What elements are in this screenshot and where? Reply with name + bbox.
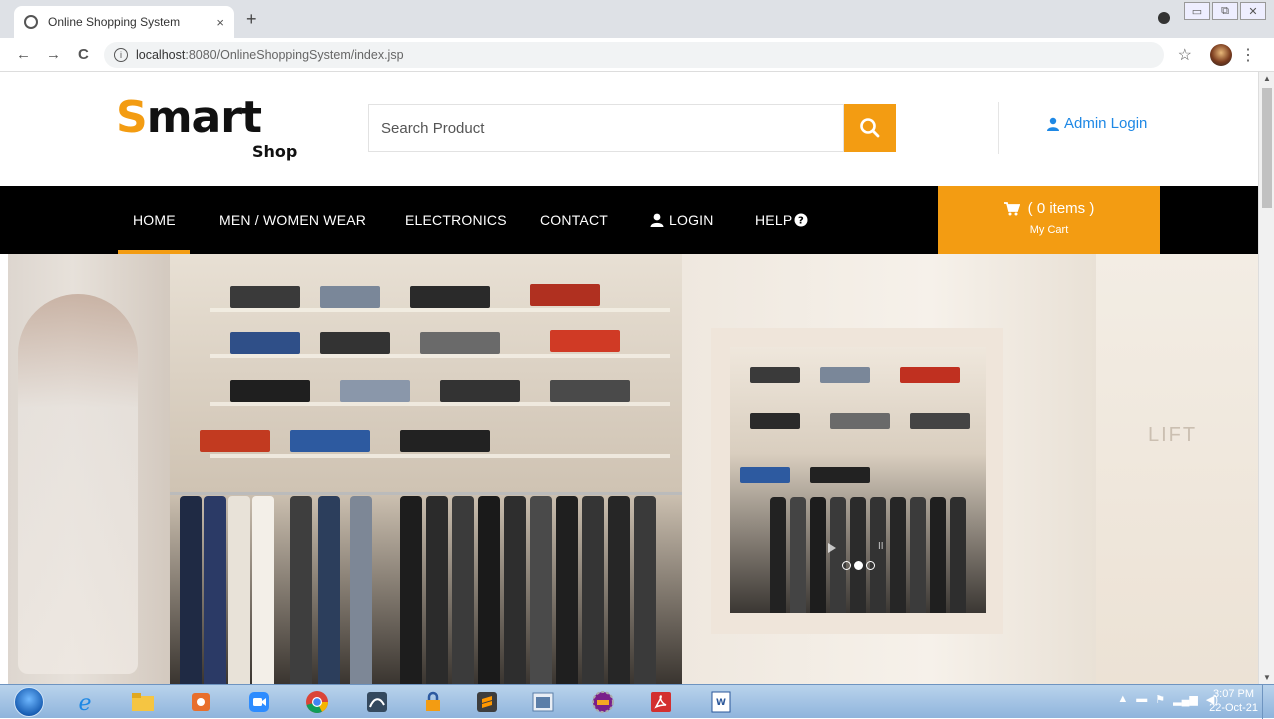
admin-login-label: Admin Login — [1064, 115, 1148, 132]
cart-button[interactable]: ( 0 items ) My Cart — [938, 186, 1160, 254]
search-icon — [860, 118, 880, 138]
question-circle-icon: ? — [794, 213, 808, 227]
network-icon[interactable]: ▂▄▆ — [1173, 693, 1198, 706]
scroll-up-arrow-icon[interactable]: ▲ — [1263, 74, 1271, 83]
scroll-thumb[interactable] — [1262, 88, 1272, 208]
pause-icon[interactable]: II — [878, 541, 884, 552]
nav-electronics-label: ELECTRONICS — [405, 212, 507, 228]
window-controls: ▭ ⧉ ✕ — [1184, 2, 1266, 20]
nav-help[interactable]: HELP ? — [755, 212, 808, 228]
sublime-text-icon[interactable] — [466, 688, 508, 716]
site-logo[interactable]: Smart Shop — [116, 96, 297, 162]
cart-count: ( 0 items ) — [1027, 200, 1095, 217]
acrobat-icon[interactable] — [640, 688, 682, 716]
windows-taskbar: e W ▲ ▬ ⚑ ▂▄▆ ◀) 3:07 PM 22-Oct-21 — [0, 684, 1274, 719]
tray-app-icon[interactable]: ▬ — [1136, 693, 1147, 706]
svg-text:W: W — [716, 698, 726, 708]
nav-men-women-wear[interactable]: MEN / WOMEN WEAR — [219, 212, 366, 228]
clock-time: 3:07 PM — [1213, 688, 1255, 700]
mysql-workbench-icon[interactable] — [356, 688, 398, 716]
slider-dot-3[interactable] — [866, 561, 875, 570]
zoom-icon[interactable] — [238, 688, 280, 716]
show-desktop-button[interactable] — [1262, 685, 1274, 719]
nav-electronics[interactable]: ELECTRONICS — [405, 212, 507, 228]
svg-text:?: ? — [798, 216, 804, 227]
hero-right-panel: LIFT — [1096, 254, 1258, 684]
url-path: :8080/OnlineShoppingSystem/index.jsp — [185, 48, 404, 62]
star-icon[interactable]: ☆ — [1178, 45, 1192, 65]
svg-text:e: e — [78, 691, 91, 714]
close-window-button[interactable]: ✕ — [1240, 2, 1266, 20]
info-icon[interactable]: i — [114, 48, 128, 62]
slider-dots — [842, 561, 875, 570]
search-button[interactable] — [844, 104, 896, 152]
play-icon[interactable] — [828, 543, 836, 553]
reload-button[interactable]: C — [78, 46, 89, 63]
nav-contact-label: CONTACT — [540, 212, 609, 228]
kebab-icon[interactable]: ⋮ — [1240, 45, 1256, 65]
address-bar: ← → C i localhost:8080/OnlineShoppingSys… — [0, 38, 1274, 72]
slider-dot-1[interactable] — [842, 561, 851, 570]
header-divider — [998, 102, 999, 154]
url-host: localhost — [136, 48, 186, 62]
account-dot-icon[interactable] — [1158, 12, 1170, 24]
window-app-icon[interactable] — [522, 688, 564, 716]
logo-sub: Shop — [252, 142, 298, 161]
hero-left-panel — [8, 254, 170, 684]
nav-login[interactable]: LOGIN — [650, 212, 714, 228]
system-tray: ▲ ▬ ⚑ ▂▄▆ ◀) — [1117, 693, 1218, 706]
clock-date: 22-Oct-21 — [1209, 702, 1258, 714]
logo-mart: mart — [146, 92, 262, 143]
media-player-icon[interactable] — [180, 688, 222, 716]
nav-home-label: HOME — [133, 212, 176, 228]
maximize-button[interactable]: ⧉ — [1212, 2, 1238, 20]
tab-title: Online Shopping System — [48, 15, 181, 29]
hero-store-image — [170, 254, 682, 684]
slider-dot-2[interactable] — [854, 561, 863, 570]
back-button[interactable]: ← — [16, 46, 31, 63]
javafx-ide-icon[interactable] — [582, 688, 624, 716]
nav-contact[interactable]: CONTACT — [540, 212, 608, 228]
start-button[interactable] — [14, 687, 44, 717]
user-icon — [650, 213, 664, 227]
tab-close-icon[interactable]: × — [216, 15, 224, 30]
nav-home[interactable]: HOME — [133, 212, 176, 228]
nav-wear-label: MEN / WOMEN WEAR — [219, 212, 367, 228]
web-page: Smart Shop Admin Login HOME MEN / WOMEN … — [0, 72, 1258, 684]
search-input[interactable] — [368, 104, 844, 152]
nav-help-label: HELP — [755, 212, 793, 228]
url-field[interactable]: i localhost:8080/OnlineShoppingSystem/in… — [104, 42, 1164, 68]
nav-login-label: LOGIN — [669, 212, 714, 228]
flag-icon[interactable]: ⚑ — [1155, 693, 1165, 706]
scroll-down-arrow-icon[interactable]: ▼ — [1263, 673, 1271, 682]
tray-arrow-icon[interactable]: ▲ — [1117, 693, 1128, 706]
page-scrollbar[interactable]: ▲ ▼ — [1258, 72, 1274, 684]
slide-preview-frame: II — [711, 328, 1003, 634]
security-app-icon[interactable] — [412, 688, 454, 716]
main-navbar: HOME MEN / WOMEN WEAR ELECTRONICS CONTAC… — [0, 186, 1258, 254]
internet-explorer-icon[interactable]: e — [64, 688, 106, 716]
chrome-icon[interactable] — [296, 688, 338, 716]
cart-label: My Cart — [1029, 224, 1069, 236]
taskbar-clock[interactable]: 3:07 PM 22-Oct-21 — [1209, 687, 1258, 715]
slide-preview-image: II — [730, 347, 986, 613]
globe-icon — [24, 15, 38, 29]
cart-icon — [1003, 201, 1020, 215]
new-tab-button[interactable]: + — [246, 9, 257, 30]
hero-slider[interactable]: LIFT II — [8, 254, 1258, 684]
file-explorer-icon[interactable] — [122, 688, 164, 716]
wall-lift-text: LIFT — [1148, 424, 1198, 446]
logo-s: S — [116, 92, 148, 143]
forward-button[interactable]: → — [46, 46, 61, 63]
browser-tab-bar: Online Shopping System × + ▭ ⧉ ✕ — [0, 0, 1274, 38]
word-icon[interactable]: W — [700, 688, 742, 716]
admin-login-link[interactable]: Admin Login — [1046, 115, 1147, 132]
browser-tab[interactable]: Online Shopping System × — [14, 6, 234, 38]
user-icon — [1047, 117, 1059, 131]
minimize-button[interactable]: ▭ — [1184, 2, 1210, 20]
profile-avatar[interactable] — [1210, 44, 1232, 66]
